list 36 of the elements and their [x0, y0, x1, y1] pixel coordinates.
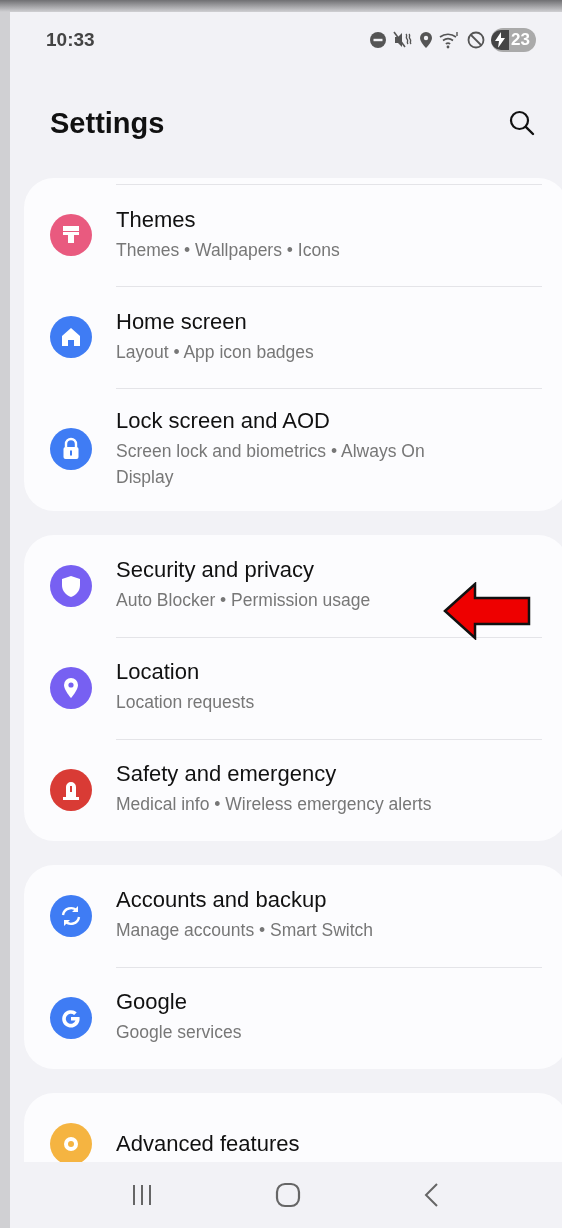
- status-time: 10:33: [46, 29, 95, 51]
- settings-item[interactable]: Security and privacy Auto Blocker • Permission usage: [50, 534, 542, 637]
- item-subtitle: Manage accounts • Smart Switch: [116, 919, 374, 943]
- mute-vibrate-icon: [393, 31, 414, 49]
- item-subtitle: Medical info • Wireless emergency alerts: [116, 793, 432, 817]
- settings-item[interactable]: Themes Themes • Wallpapers • Icons: [50, 178, 542, 286]
- do-not-disturb-icon: [369, 31, 388, 49]
- settings-item[interactable]: Safety and emergency Medical info • Wireless emergency alerts: [50, 738, 542, 841]
- search-icon[interactable]: [508, 109, 536, 137]
- item-title: Safety and emergency: [116, 761, 338, 788]
- item-title: Location: [116, 659, 201, 686]
- charging-icon: [491, 30, 510, 50]
- settings-item[interactable]: Google Google services: [50, 966, 542, 1069]
- settings-item[interactable]: Lock screen and AOD Screen lock and biometrics • Always On Display: [50, 388, 542, 511]
- item-title: Advanced features: [116, 1130, 300, 1157]
- item-subtitle: Google services: [116, 1021, 242, 1045]
- item-subtitle: Auto Blocker • Permission usage: [116, 589, 371, 613]
- settings-item[interactable]: Location Location requests: [50, 636, 542, 739]
- blocked-icon: [467, 31, 486, 49]
- item-title: Themes: [116, 206, 197, 233]
- item-subtitle: Themes • Wallpapers • Icons: [116, 238, 340, 262]
- battery-level: 23: [491, 28, 536, 52]
- item-title: Lock screen and AOD: [116, 408, 331, 434]
- item-subtitle: Layout • App icon badges: [116, 340, 314, 364]
- item-title: Google: [116, 989, 188, 1016]
- settings-item[interactable]: Advanced features: [50, 1092, 542, 1162]
- page-title: Settings: [50, 106, 165, 140]
- settings-item[interactable]: Home screen Layout • App icon badges: [50, 286, 542, 388]
- item-title: Accounts and backup: [116, 887, 328, 914]
- item-subtitle: Location requests: [116, 691, 255, 715]
- item-title: Home screen: [116, 308, 248, 335]
- item-subtitle: Screen lock and biometrics • Always On Display: [116, 440, 426, 490]
- location-icon: [419, 31, 434, 49]
- item-title: Security and privacy: [116, 557, 316, 584]
- home-icon[interactable]: [275, 1182, 301, 1208]
- settings-item[interactable]: Accounts and backup Manage accounts • Smart Switch: [50, 864, 542, 967]
